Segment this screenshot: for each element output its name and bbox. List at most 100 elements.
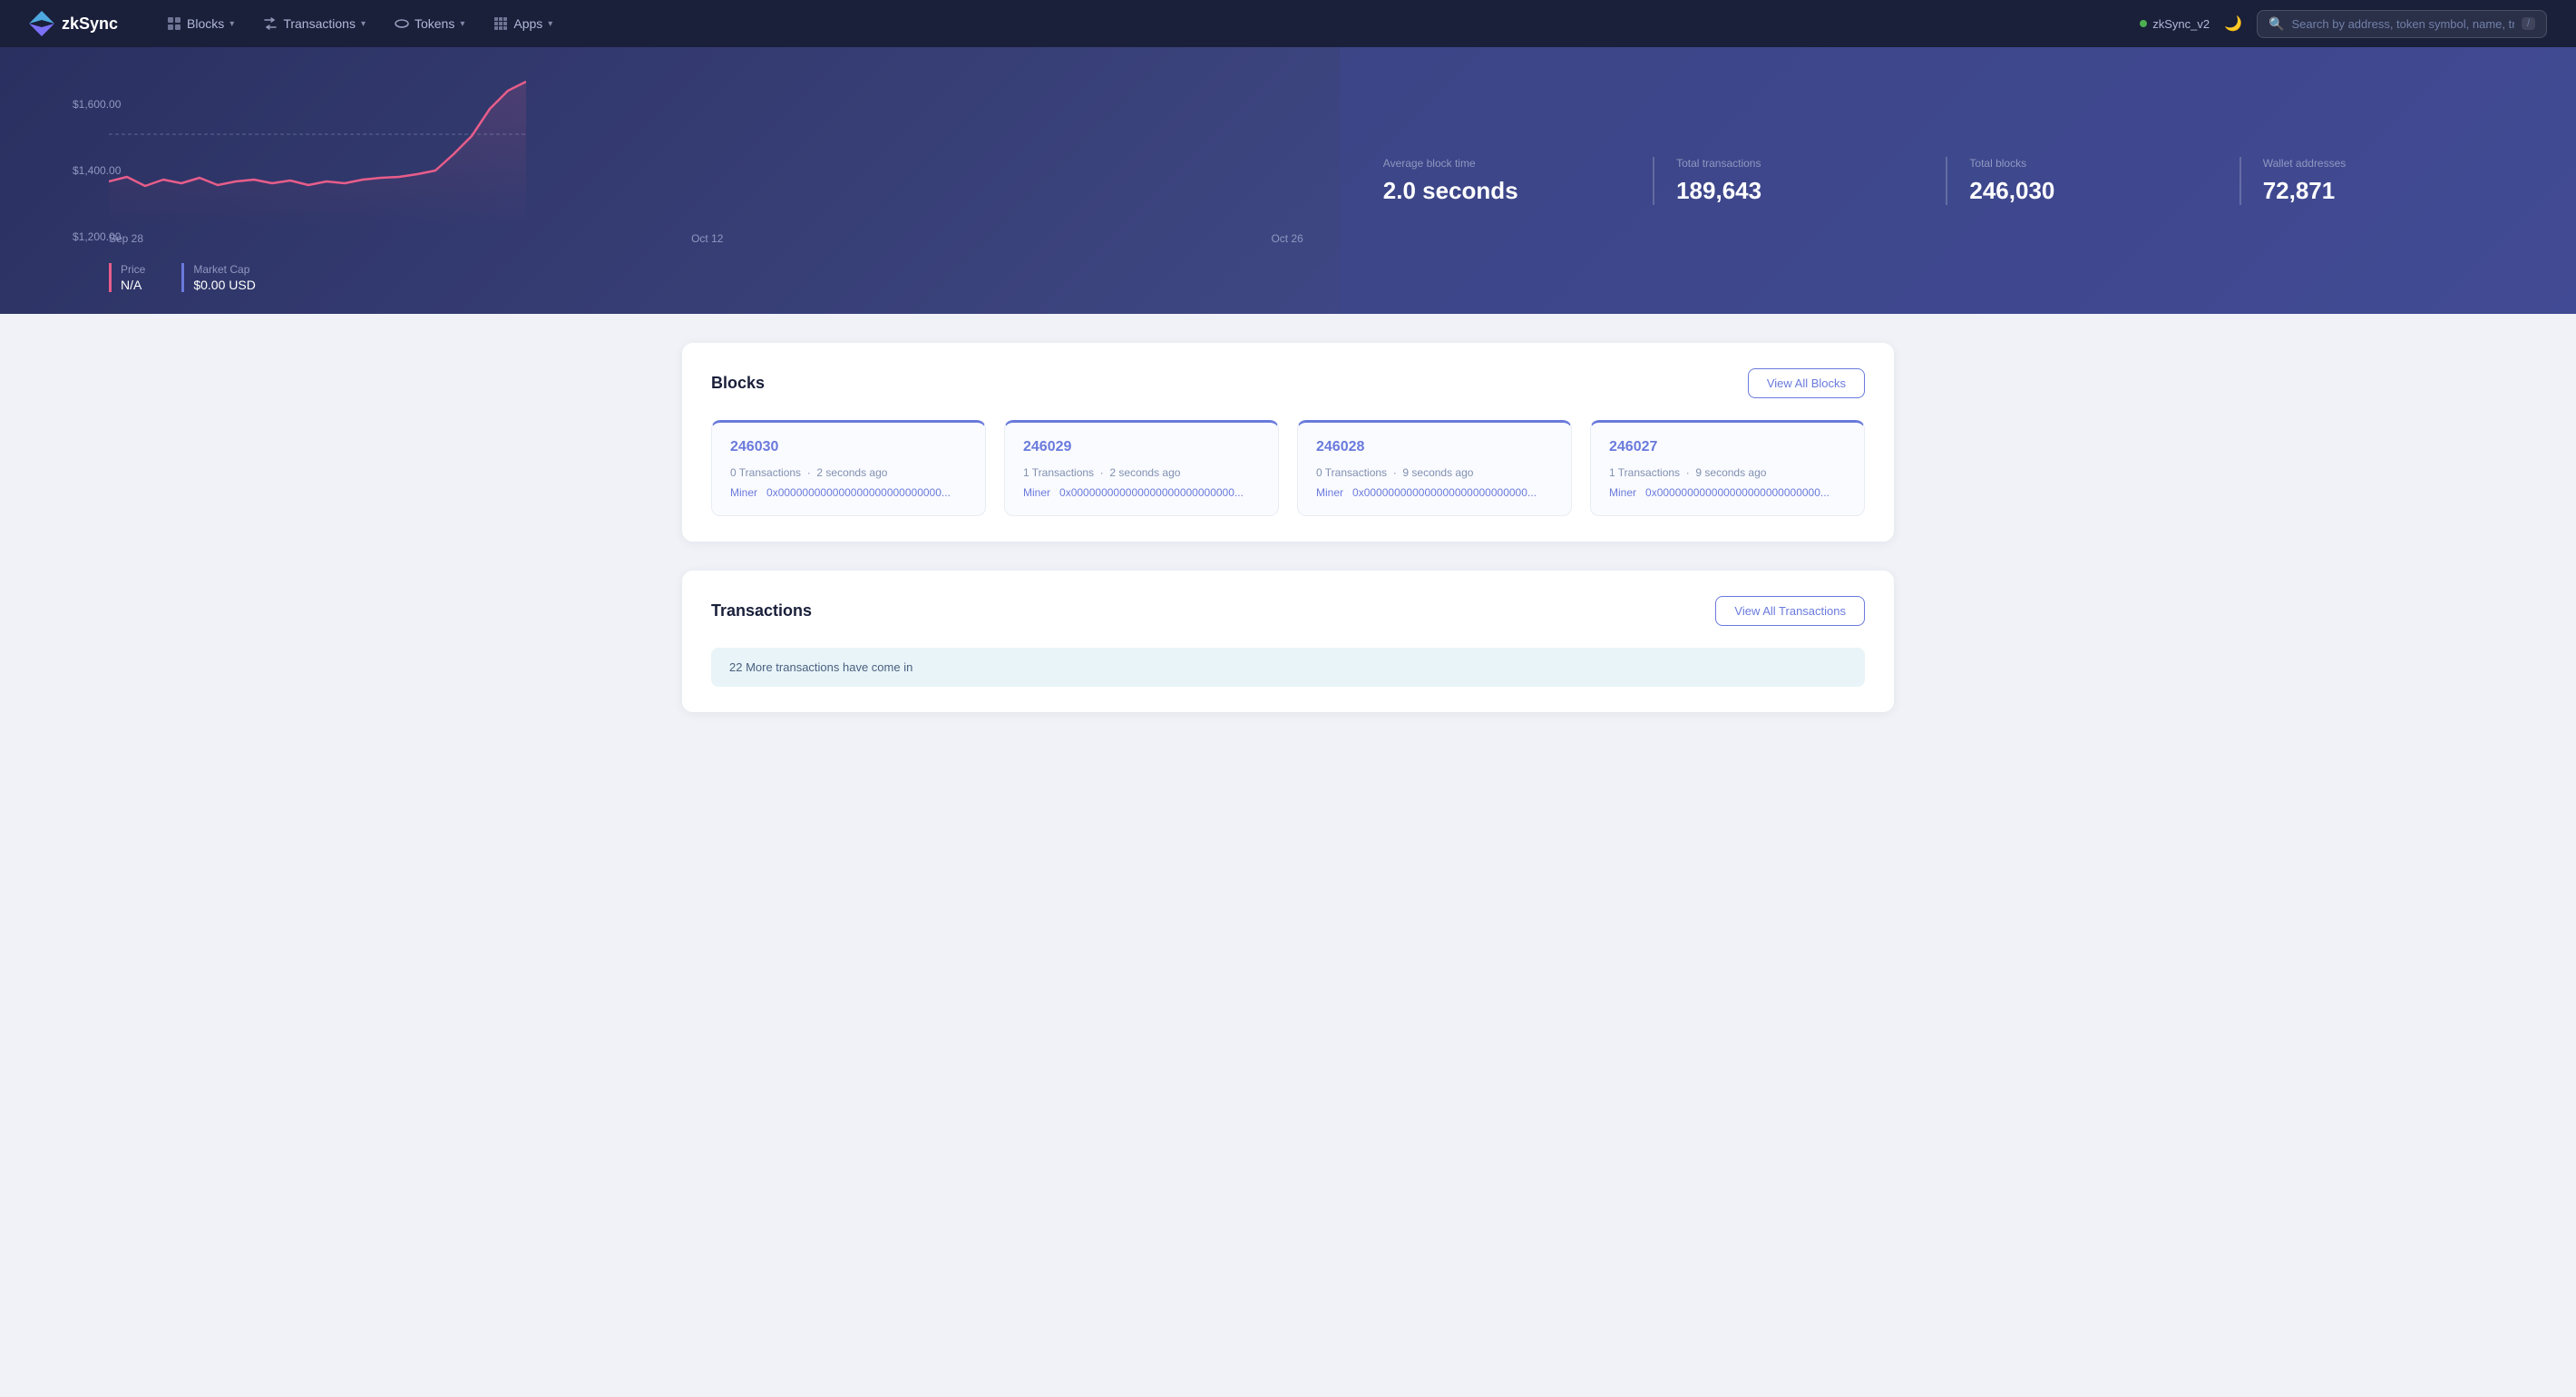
block-number-0[interactable]: 246030 bbox=[730, 439, 967, 455]
blocks-section-header: Blocks View All Blocks bbox=[711, 368, 1865, 398]
block-miner-1: Miner 0x000000000000000000000000000... bbox=[1023, 486, 1260, 499]
block-tx-count-2: 0 Transactions bbox=[1316, 466, 1387, 479]
stat-wallet-addr-label: Wallet addresses bbox=[2263, 157, 2511, 170]
block-time-0: 2 seconds ago bbox=[816, 466, 887, 479]
block-time-3: 9 seconds ago bbox=[1695, 466, 1766, 479]
nav-apps-label: Apps bbox=[513, 16, 542, 31]
block-meta-2: 0 Transactions · 9 seconds ago bbox=[1316, 466, 1553, 479]
block-miner-address-1[interactable]: 0x000000000000000000000000000... bbox=[1059, 486, 1244, 499]
zksync-logo-icon bbox=[29, 11, 54, 36]
hero-section: $1,600.00 $1,400.00 $1,200.00 bbox=[0, 47, 2576, 314]
view-all-transactions-button[interactable]: View All Transactions bbox=[1715, 596, 1865, 626]
theme-toggle-button[interactable]: 🌙 bbox=[2220, 11, 2246, 36]
search-bar[interactable]: 🔍 / bbox=[2257, 10, 2547, 38]
chart-x-label-1: Oct 12 bbox=[691, 232, 723, 245]
stat-total-tx-label: Total transactions bbox=[1676, 157, 1924, 170]
stat-avg-block-time-label: Average block time bbox=[1383, 157, 1631, 170]
block-card-1: 246029 1 Transactions · 2 seconds ago Mi… bbox=[1004, 420, 1279, 516]
navbar: zkSync Blocks ▾ Transactions ▾ bbox=[0, 0, 2576, 47]
stat-total-blocks-label: Total blocks bbox=[1969, 157, 2217, 170]
block-meta-0: 0 Transactions · 2 seconds ago bbox=[730, 466, 967, 479]
price-chart-canvas bbox=[109, 73, 526, 227]
block-number-1[interactable]: 246029 bbox=[1023, 439, 1260, 455]
search-kbd-hint: / bbox=[2522, 17, 2535, 30]
block-miner-address-0[interactable]: 0x000000000000000000000000000... bbox=[766, 486, 951, 499]
market-cap-stat: Market Cap $0.00 USD bbox=[181, 263, 255, 292]
main-content: Blocks View All Blocks 246030 0 Transact… bbox=[617, 314, 1959, 770]
nav-links: Blocks ▾ Transactions ▾ Tokens ▾ bbox=[154, 9, 2140, 38]
block-miner-label-3: Miner bbox=[1609, 486, 1636, 499]
stat-total-transactions: Total transactions 189,643 bbox=[1653, 157, 1946, 205]
stat-wallet-addr-value: 72,871 bbox=[2263, 177, 2511, 205]
transactions-section-header: Transactions View All Transactions bbox=[711, 596, 1865, 626]
logo[interactable]: zkSync bbox=[29, 11, 118, 36]
nav-apps[interactable]: Apps ▾ bbox=[481, 9, 565, 38]
search-icon: 🔍 bbox=[2269, 16, 2284, 32]
block-time-2: 9 seconds ago bbox=[1402, 466, 1473, 479]
price-value: N/A bbox=[121, 278, 145, 292]
network-selector[interactable]: zkSync_v2 bbox=[2140, 17, 2210, 31]
block-meta-3: 1 Transactions · 9 seconds ago bbox=[1609, 466, 1846, 479]
search-input[interactable] bbox=[2291, 17, 2514, 31]
block-miner-3: Miner 0x000000000000000000000000000... bbox=[1609, 486, 1846, 499]
blocks-section-card: Blocks View All Blocks 246030 0 Transact… bbox=[682, 343, 1894, 542]
stat-total-blocks-value: 246,030 bbox=[1969, 177, 2217, 205]
chart-y-label-2: $1,200.00 bbox=[73, 230, 121, 243]
blocks-grid: 246030 0 Transactions · 2 seconds ago Mi… bbox=[711, 420, 1865, 516]
nav-blocks-label: Blocks bbox=[187, 16, 224, 31]
blocks-chevron-icon: ▾ bbox=[229, 19, 234, 29]
chart-x-labels: Sep 28 Oct 12 Oct 26 bbox=[109, 232, 1303, 245]
block-miner-2: Miner 0x000000000000000000000000000... bbox=[1316, 486, 1553, 499]
block-meta-1: 1 Transactions · 2 seconds ago bbox=[1023, 466, 1260, 479]
nav-blocks[interactable]: Blocks ▾ bbox=[154, 9, 247, 38]
block-miner-label-2: Miner bbox=[1316, 486, 1343, 499]
block-card-0: 246030 0 Transactions · 2 seconds ago Mi… bbox=[711, 420, 986, 516]
block-number-2[interactable]: 246028 bbox=[1316, 439, 1553, 455]
block-miner-0: Miner 0x000000000000000000000000000... bbox=[730, 486, 967, 499]
tokens-chevron-icon: ▾ bbox=[460, 19, 464, 29]
price-label: Price bbox=[121, 263, 145, 276]
block-miner-address-3[interactable]: 0x000000000000000000000000000... bbox=[1645, 486, 1830, 499]
nav-tokens[interactable]: Tokens ▾ bbox=[382, 9, 477, 38]
hero-stats: Average block time 2.0 seconds Total tra… bbox=[1340, 47, 2576, 314]
block-number-3[interactable]: 246027 bbox=[1609, 439, 1846, 455]
tokens-icon bbox=[395, 16, 409, 31]
chart-x-label-2: Oct 26 bbox=[1271, 232, 1303, 245]
network-name: zkSync_v2 bbox=[2152, 17, 2210, 31]
block-miner-address-2[interactable]: 0x000000000000000000000000000... bbox=[1352, 486, 1537, 499]
nav-tokens-label: Tokens bbox=[415, 16, 454, 31]
stat-avg-block-time-value: 2.0 seconds bbox=[1383, 177, 1631, 205]
price-chart-section: $1,600.00 $1,400.00 $1,200.00 bbox=[0, 47, 1340, 314]
apps-icon bbox=[493, 16, 508, 31]
transactions-notice: 22 More transactions have come in bbox=[711, 648, 1865, 687]
chart-legend: Price N/A Market Cap $0.00 USD bbox=[109, 263, 1303, 292]
block-card-2: 246028 0 Transactions · 9 seconds ago Mi… bbox=[1297, 420, 1572, 516]
transactions-notice-text: 22 More transactions have come in bbox=[729, 660, 912, 674]
block-time-1: 2 seconds ago bbox=[1109, 466, 1180, 479]
transactions-chevron-icon: ▾ bbox=[361, 19, 366, 29]
block-card-3: 246027 1 Transactions · 9 seconds ago Mi… bbox=[1590, 420, 1865, 516]
network-status-dot bbox=[2140, 20, 2147, 27]
block-miner-label-0: Miner bbox=[730, 486, 757, 499]
block-tx-count-3: 1 Transactions bbox=[1609, 466, 1680, 479]
stat-total-blocks: Total blocks 246,030 bbox=[1946, 157, 2239, 205]
stat-avg-block-time: Average block time 2.0 seconds bbox=[1383, 157, 1653, 205]
block-miner-label-1: Miner bbox=[1023, 486, 1050, 499]
stat-total-tx-value: 189,643 bbox=[1676, 177, 1924, 205]
block-tx-count-1: 1 Transactions bbox=[1023, 466, 1094, 479]
block-tx-count-0: 0 Transactions bbox=[730, 466, 801, 479]
nav-transactions-label: Transactions bbox=[283, 16, 356, 31]
transactions-section-card: Transactions View All Transactions 22 Mo… bbox=[682, 571, 1894, 712]
view-all-blocks-button[interactable]: View All Blocks bbox=[1748, 368, 1865, 398]
blocks-section-title: Blocks bbox=[711, 374, 765, 393]
price-stat: Price N/A bbox=[109, 263, 145, 292]
transactions-section-title: Transactions bbox=[711, 601, 812, 620]
nav-transactions[interactable]: Transactions ▾ bbox=[250, 9, 378, 38]
navbar-right: zkSync_v2 🌙 🔍 / bbox=[2140, 10, 2547, 38]
transactions-icon bbox=[263, 16, 278, 31]
logo-text: zkSync bbox=[62, 15, 118, 34]
market-cap-value: $0.00 USD bbox=[193, 278, 255, 292]
stat-wallet-addresses: Wallet addresses 72,871 bbox=[2239, 157, 2532, 205]
apps-chevron-icon: ▾ bbox=[548, 19, 552, 29]
blocks-icon bbox=[167, 16, 181, 31]
